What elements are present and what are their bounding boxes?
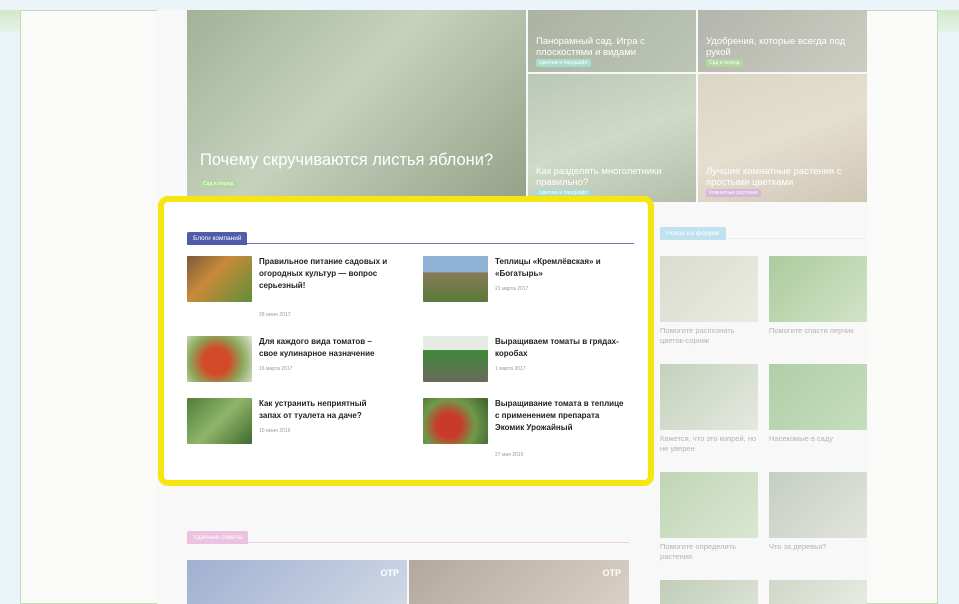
hero-tile-2-title[interactable]: Удобрения, которые всегда под рукой: [706, 36, 861, 58]
hero-tile-4[interactable]: Лучшие комнатные растения с простыми цве…: [698, 74, 867, 202]
forum-item-image[interactable]: [660, 256, 758, 322]
blog-item-image[interactable]: [423, 336, 488, 382]
tips-video-2[interactable]: ОТР: [409, 560, 629, 604]
hero-tile-3-title[interactable]: Как разделять многолетники правильно?: [536, 166, 690, 188]
forum-item-image[interactable]: [769, 580, 867, 604]
tv-logo: ОТР: [602, 568, 621, 578]
blog-item-title[interactable]: Для каждого вида томатов – свое кулинарн…: [259, 336, 389, 360]
forum-item-image[interactable]: [660, 364, 758, 430]
hero-tile-4-title[interactable]: Лучшие комнатные растения с простыми цве…: [706, 166, 861, 188]
blog-item-image[interactable]: [423, 398, 488, 444]
company-blogs-section: Блоги компаний Правильное питание садовы…: [158, 196, 654, 486]
forum-item[interactable]: Помогите спасти перчик: [769, 256, 867, 336]
forum-item[interactable]: [660, 580, 758, 604]
forum-item[interactable]: Помогите распознать цветок-сорняк: [660, 256, 758, 346]
hero-main-title[interactable]: Почему скручиваются листья яблони?: [200, 150, 520, 170]
hero-tile-1-tag[interactable]: Цветник и ландшафт: [536, 59, 591, 67]
blog-item-title[interactable]: Выращивание томата в теплице с применени…: [495, 398, 625, 434]
blog-item-title[interactable]: Правильное питание садовых и огородных к…: [259, 256, 389, 292]
hero-tile-4-tag[interactable]: Комнатные растения: [706, 189, 761, 197]
hero-tile-2-tag[interactable]: Сад и огород: [706, 59, 743, 67]
blog-item-image[interactable]: [187, 256, 252, 302]
hero-tile-3[interactable]: Как разделять многолетники правильно? Цв…: [528, 74, 696, 202]
forum-item[interactable]: Помогите определить растения: [660, 472, 758, 562]
hero-tile-2[interactable]: Удобрения, которые всегда под рукой Сад …: [698, 10, 867, 72]
blog-item-title[interactable]: Теплицы «Кремлёвская» и «Богатырь»: [495, 256, 625, 280]
blog-item-date: 1 марта 2017: [495, 366, 526, 372]
forum-item-image[interactable]: [769, 256, 867, 322]
forum-item-image[interactable]: [660, 472, 758, 538]
hero-tile-1[interactable]: Панорамный сад. Игра с плоскостями и вид…: [528, 10, 696, 72]
blogs-header: Блоги компаний: [187, 227, 634, 245]
forum-item-caption[interactable]: Помогите распознать цветок-сорняк: [660, 326, 758, 346]
forum-item-caption[interactable]: Насекомые в саду: [769, 434, 867, 444]
tips-header: Удачные советы: [187, 526, 629, 544]
forum-item-caption[interactable]: Кажется, что это кипрей, но не уверен: [660, 434, 758, 454]
forum-item[interactable]: Насекомые в саду: [769, 364, 867, 444]
blog-item-date: 28 июня 2017: [259, 312, 291, 318]
tv-logo: ОТР: [380, 568, 399, 578]
blogs-header-label[interactable]: Блоги компаний: [187, 232, 248, 245]
blog-item-date: 27 мая 2016: [495, 452, 524, 458]
forum-item-image[interactable]: [769, 364, 867, 430]
forum-item[interactable]: Кажется, что это кипрей, но не уверен: [660, 364, 758, 454]
hero-main-article[interactable]: Почему скручиваются листья яблони? Сад и…: [187, 10, 526, 202]
forum-item-caption[interactable]: Помогите определить растения: [660, 542, 758, 562]
blog-item-image[interactable]: [187, 336, 252, 382]
tips-video-1[interactable]: ОТР: [187, 560, 407, 604]
forum-header-label[interactable]: Новое на форуме: [660, 227, 726, 240]
blog-item-date: 16 марта 2017: [259, 366, 293, 372]
blog-item-image[interactable]: [187, 398, 252, 444]
hero-tile-1-title[interactable]: Панорамный сад. Игра с плоскостями и вид…: [536, 36, 690, 58]
blog-item-date: 21 марта 2017: [495, 286, 529, 292]
tips-header-label[interactable]: Удачные советы: [187, 531, 249, 544]
forum-item-caption[interactable]: Что за деревья?: [769, 542, 867, 552]
blog-item-title[interactable]: Выращиваем томаты в грядах-коробах: [495, 336, 625, 360]
forum-item-image[interactable]: [660, 580, 758, 604]
hero-main-tag[interactable]: Сад и огород: [200, 180, 237, 188]
forum-item[interactable]: Что за деревья?: [769, 472, 867, 552]
forum-item[interactable]: [769, 580, 867, 604]
forum-item-image[interactable]: [769, 472, 867, 538]
blog-item-title[interactable]: Как устранить неприятный запах от туалет…: [259, 398, 389, 422]
blog-item-image[interactable]: [423, 256, 488, 302]
forum-item-caption[interactable]: Помогите спасти перчик: [769, 326, 867, 336]
blog-item-date: 10 июня 2016: [259, 428, 291, 434]
hero-grid: Почему скручиваются листья яблони? Сад и…: [187, 10, 867, 202]
forum-header: Новое на форуме: [660, 222, 866, 240]
